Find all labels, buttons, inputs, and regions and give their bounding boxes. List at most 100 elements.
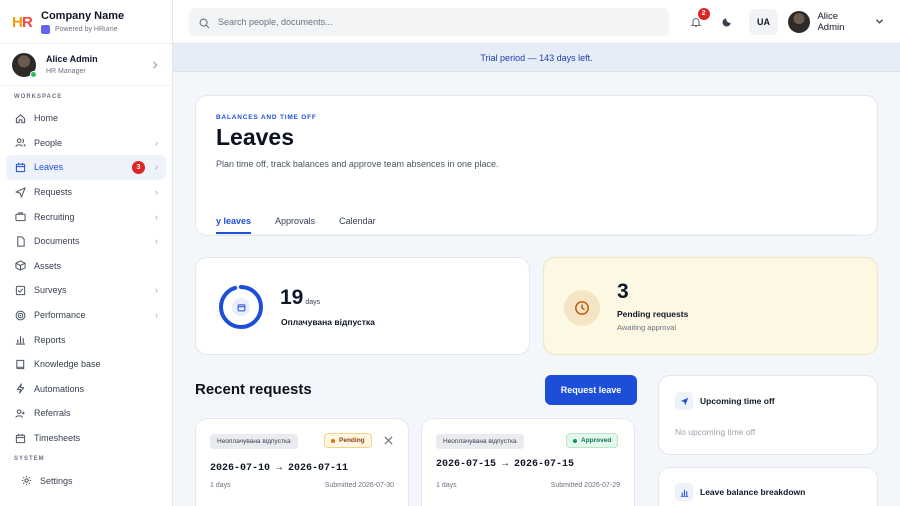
request-card[interactable]: Неоплачувана відпустка Pending 2026-07-1… bbox=[195, 418, 409, 506]
sidebar-item-surveys[interactable]: Surveys › bbox=[0, 278, 172, 303]
powered-by-label: Powered by HRume bbox=[55, 25, 118, 33]
sidebar-item-label: People bbox=[34, 137, 63, 148]
sidebar-item-reports[interactable]: Reports bbox=[0, 327, 172, 352]
chevron-right-icon: › bbox=[155, 211, 158, 222]
sidebar-item-leaves[interactable]: Leaves 3 › bbox=[6, 155, 166, 180]
company-logo-icon: HR bbox=[12, 13, 33, 31]
sidebar-item-label: Knowledge base bbox=[34, 359, 101, 370]
status-badge: Pending bbox=[324, 433, 372, 448]
checkbox-icon bbox=[14, 284, 26, 296]
briefcase-icon bbox=[14, 211, 26, 223]
request-card[interactable]: Неоплачувана відпустка Approved 2026-07-… bbox=[421, 418, 635, 506]
request-leave-button[interactable]: Request leave bbox=[545, 375, 637, 405]
document-icon bbox=[14, 235, 26, 247]
sidebar-item-label: Surveys bbox=[34, 285, 67, 296]
sidebar-item-people[interactable]: People › bbox=[0, 131, 172, 156]
sidebar-item-referrals[interactable]: Referrals bbox=[0, 401, 172, 426]
tab-my-leaves[interactable]: y leaves bbox=[216, 216, 252, 234]
chevron-right-icon: › bbox=[155, 187, 158, 198]
sidebar-item-label: Documents bbox=[34, 236, 80, 247]
user-menu[interactable]: Alice Admin bbox=[788, 10, 884, 33]
page-title: Leaves bbox=[216, 124, 295, 150]
tab-approvals[interactable]: Approvals bbox=[275, 216, 315, 234]
status-badge: Approved bbox=[566, 433, 619, 448]
brand[interactable]: HR Company Name Powered by HRume bbox=[0, 0, 172, 44]
pending-requests-card: 3 Pending requests Awaiting approval bbox=[543, 257, 878, 355]
cancel-request-button[interactable] bbox=[382, 434, 394, 446]
page-subtitle: Plan time off, track balances and approv… bbox=[216, 159, 499, 169]
home-icon bbox=[14, 112, 26, 124]
sidebar-item-label: Recruiting bbox=[34, 211, 75, 222]
notification-count-badge: 2 bbox=[697, 7, 710, 20]
sidebar-item-assets[interactable]: Assets bbox=[0, 254, 172, 279]
sidebar-item-knowledge-base[interactable]: Knowledge base bbox=[0, 352, 172, 377]
sidebar-item-recruiting[interactable]: Recruiting › bbox=[0, 204, 172, 229]
close-icon bbox=[383, 435, 393, 445]
sidebar-user-name: Alice Admin bbox=[46, 54, 98, 64]
language-switcher[interactable]: UA bbox=[748, 8, 779, 35]
target-icon bbox=[14, 309, 26, 321]
notifications-button[interactable]: 2 bbox=[687, 7, 710, 31]
online-status-dot bbox=[30, 70, 37, 78]
sidebar-item-label: Requests bbox=[34, 187, 73, 198]
search-bar[interactable] bbox=[189, 7, 669, 36]
leave-type-chip: Неоплачувана відпустка bbox=[436, 434, 524, 449]
company-name: Company Name bbox=[41, 9, 125, 22]
sidebar-item-label: Settings bbox=[40, 475, 73, 486]
upcoming-title: Upcoming time off bbox=[700, 396, 775, 406]
request-submitted: Submitted 2026-07-29 bbox=[550, 482, 620, 489]
powered-by: Powered by HRume bbox=[41, 24, 124, 34]
search-input[interactable] bbox=[218, 16, 659, 27]
request-dates: 2026-07-10 → 2026-07-11 bbox=[210, 463, 349, 474]
sidebar-item-label: Reports bbox=[34, 334, 66, 345]
main-content: BALANCES AND TIME OFF Leaves Plan time o… bbox=[173, 72, 900, 506]
calendar-grid-icon bbox=[14, 432, 26, 444]
sidebar-item-automations[interactable]: Automations bbox=[0, 377, 172, 402]
system-section-label: SYSTEM bbox=[14, 456, 45, 463]
send-icon bbox=[14, 186, 26, 198]
leave-type-chip: Неоплачувана відпустка bbox=[210, 434, 298, 449]
bar-chart-icon bbox=[675, 483, 693, 501]
sidebar-item-home[interactable]: Home bbox=[0, 106, 172, 131]
sidebar-item-label: Home bbox=[34, 113, 59, 124]
sidebar-user-role: HR Manager bbox=[46, 68, 86, 75]
sidebar-item-performance[interactable]: Performance › bbox=[0, 303, 172, 328]
page-eyebrow: BALANCES AND TIME OFF bbox=[216, 114, 317, 121]
hrume-logo-icon bbox=[41, 24, 50, 34]
leaves-count-badge: 3 bbox=[132, 160, 145, 174]
bar-chart-icon bbox=[14, 334, 26, 346]
user-menu-name: Alice Admin bbox=[817, 10, 845, 33]
balance-value: 19 bbox=[280, 286, 304, 309]
sidebar-item-requests[interactable]: Requests › bbox=[0, 180, 172, 205]
status-dot bbox=[331, 438, 335, 443]
chevron-right-icon: › bbox=[155, 162, 158, 173]
book-icon bbox=[14, 358, 26, 370]
send-icon bbox=[675, 392, 693, 410]
tab-calendar[interactable]: Calendar bbox=[339, 216, 376, 234]
sidebar-user-card[interactable]: Alice Admin HR Manager bbox=[0, 44, 172, 86]
topbar: 2 UA Alice Admin bbox=[173, 0, 900, 44]
upcoming-empty-state: No upcoming time off bbox=[675, 427, 756, 437]
bolt-icon bbox=[14, 383, 26, 395]
status-dot bbox=[573, 438, 577, 443]
sidebar-item-documents[interactable]: Documents › bbox=[0, 229, 172, 254]
leaves-tabs: y leaves Approvals Calendar bbox=[216, 207, 857, 235]
balance-card: 19 days Оплачувана відпустка bbox=[195, 257, 530, 355]
pending-label: Pending requests bbox=[617, 309, 689, 319]
sidebar-item-timesheets[interactable]: Timesheets bbox=[0, 426, 172, 451]
people-icon bbox=[14, 137, 26, 149]
sidebar: HR Company Name Powered by HRume Alice A… bbox=[0, 0, 173, 506]
search-icon bbox=[199, 16, 210, 29]
leave-balance-breakdown-card: Leave balance breakdown bbox=[658, 467, 878, 506]
avatar bbox=[788, 10, 811, 33]
users-icon bbox=[14, 407, 26, 419]
request-days: 1 days bbox=[210, 482, 231, 489]
sidebar-item-label: Timesheets bbox=[34, 433, 81, 444]
avatar bbox=[12, 52, 37, 78]
sidebar-item-label: Referrals bbox=[34, 408, 71, 419]
gear-icon bbox=[20, 475, 32, 487]
dark-mode-toggle[interactable] bbox=[719, 13, 737, 31]
sidebar-item-settings[interactable]: Settings bbox=[0, 468, 172, 493]
sidebar-item-label: Performance bbox=[34, 310, 86, 321]
chevron-right-icon: › bbox=[155, 310, 158, 321]
